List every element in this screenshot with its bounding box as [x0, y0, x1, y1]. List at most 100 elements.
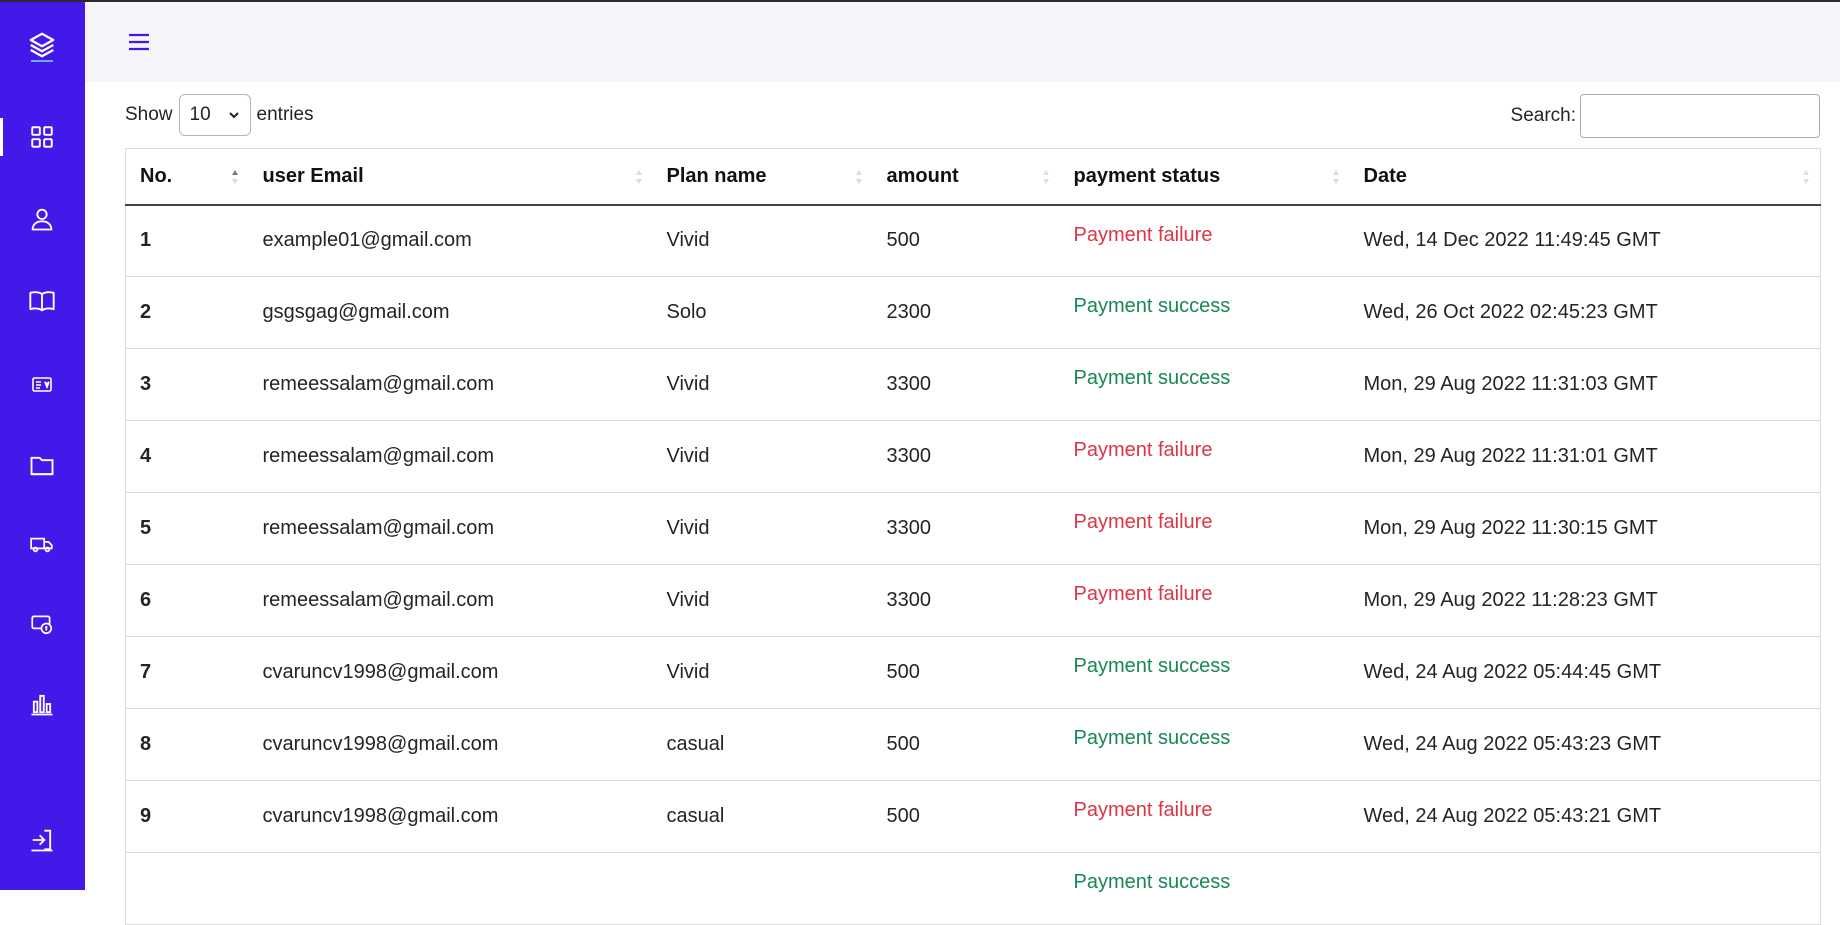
cell-amount: 500 — [872, 780, 1060, 853]
sidebar-item-folders[interactable] — [26, 450, 58, 482]
cell-email: remeessalam@gmail.com — [248, 564, 653, 637]
cell-email — [248, 852, 653, 925]
sidebar — [0, 0, 85, 890]
search-control: Search: — [1511, 94, 1820, 138]
sort-icon — [1332, 170, 1339, 184]
cell-amount: 3300 — [872, 564, 1060, 637]
cell-email: example01@gmail.com — [248, 204, 653, 277]
column-header-plan[interactable]: Plan name — [652, 148, 873, 206]
grid-icon — [31, 126, 53, 148]
cell-email: cvaruncv1998@gmail.com — [248, 636, 653, 709]
window-top-border — [0, 0, 1840, 2]
table-row: 2 gsgsgag@gmail.com Solo 2300 Payment succes… — [125, 276, 1821, 349]
column-header-status[interactable]: payment status — [1059, 148, 1350, 206]
cell-date: Wed, 26 Oct 2022 02:45:23 GMT — [1349, 276, 1821, 349]
menu-toggle-button[interactable] — [127, 30, 151, 54]
show-label: Show — [125, 104, 173, 125]
cell-email: cvaruncv1998@gmail.com — [248, 780, 653, 853]
table-row: 4 remeessalam@gmail.com Vivid 3300 Payment f… — [125, 420, 1821, 493]
cell-date: Wed, 24 Aug 2022 05:43:21 GMT — [1349, 780, 1821, 853]
cell-plan: Vivid — [652, 492, 873, 565]
sidebar-item-dashboard[interactable] — [26, 121, 58, 153]
sidebar-item-payments[interactable] — [26, 608, 58, 640]
sidebar-item-cards[interactable] — [26, 368, 58, 400]
column-header-date[interactable]: Date — [1349, 148, 1821, 206]
table-row: 6 remeessalam@gmail.com Vivid 3300 Payment f… — [125, 564, 1821, 637]
cell-date: Mon, 29 Aug 2022 11:31:03 GMT — [1349, 348, 1821, 421]
cell-date: Mon, 29 Aug 2022 11:28:23 GMT — [1349, 564, 1821, 637]
cell-date: Wed, 24 Aug 2022 05:43:23 GMT — [1349, 708, 1821, 781]
cell-no — [125, 852, 249, 925]
cell-no: 8 — [125, 708, 249, 781]
sidebar-logout[interactable] — [26, 824, 58, 856]
table-header-row: No. user Email Plan name amount payment … — [125, 148, 1821, 206]
cell-no: 3 — [125, 348, 249, 421]
table-row: 7 cvaruncv1998@gmail.com Vivid 500 Payment s… — [125, 636, 1821, 709]
cell-status: Payment success — [1059, 708, 1350, 781]
cell-date: Mon, 29 Aug 2022 11:31:01 GMT — [1349, 420, 1821, 493]
cell-amount: 3300 — [872, 492, 1060, 565]
cell-amount — [872, 852, 1060, 925]
cell-status: Payment success — [1059, 636, 1350, 709]
card-icon — [32, 377, 52, 392]
main-content: Show 10 entries Search: No. user Email P… — [85, 82, 1840, 925]
cell-email: remeessalam@gmail.com — [248, 492, 653, 565]
column-header-email[interactable]: user Email — [248, 148, 653, 206]
cell-email: cvaruncv1998@gmail.com — [248, 708, 653, 781]
top-bar — [85, 2, 1840, 82]
logout-icon — [31, 829, 53, 852]
sidebar-item-delivery[interactable] — [26, 528, 58, 560]
cell-no: 2 — [125, 276, 249, 349]
cell-date: Mon, 29 Aug 2022 11:30:15 GMT — [1349, 492, 1821, 565]
sort-icon — [1803, 170, 1809, 184]
cell-status: Payment success — [1059, 276, 1350, 349]
cell-plan: Vivid — [652, 420, 873, 493]
cell-plan: Solo — [652, 276, 873, 349]
column-header-no[interactable]: No. — [125, 148, 249, 206]
entries-control: Show 10 entries — [125, 94, 314, 136]
table-row: 9 cvaruncv1998@gmail.com casual 500 Payment … — [125, 780, 1821, 853]
sidebar-item-books[interactable] — [26, 285, 58, 317]
sort-icon — [635, 170, 642, 184]
cell-status: Payment failure — [1059, 780, 1350, 853]
cell-date: Wed, 24 Aug 2022 05:44:45 GMT — [1349, 636, 1821, 709]
sidebar-item-users[interactable] — [26, 203, 58, 235]
cell-status: Payment success — [1059, 348, 1350, 421]
search-label: Search: — [1510, 105, 1576, 126]
table-body: 1 example01@gmail.com Vivid 500 Payment fail… — [125, 204, 1821, 925]
cell-plan: Vivid — [652, 348, 873, 421]
entries-select[interactable]: 10 — [178, 94, 251, 136]
hamburger-icon — [129, 33, 149, 51]
sort-icon — [855, 170, 862, 184]
cell-date — [1349, 852, 1821, 925]
column-header-amount[interactable]: amount — [872, 148, 1060, 206]
cell-plan — [652, 852, 873, 925]
cell-email: gsgsgag@gmail.com — [248, 276, 653, 349]
entries-select-value: 10 — [189, 104, 211, 125]
cell-amount: 500 — [872, 636, 1060, 709]
table-row: Payment success — [125, 852, 1821, 925]
user-icon — [31, 208, 53, 231]
search-input[interactable] — [1580, 94, 1820, 138]
cell-plan: casual — [652, 708, 873, 781]
cell-plan: Vivid — [652, 204, 873, 277]
cell-amount: 2300 — [872, 276, 1060, 349]
truck-icon — [30, 537, 53, 553]
chevron-down-icon — [228, 112, 239, 119]
cell-no: 7 — [125, 636, 249, 709]
sort-icon — [1042, 170, 1049, 184]
cell-amount: 3300 — [872, 348, 1060, 421]
cell-no: 1 — [125, 204, 249, 277]
cell-amount: 500 — [872, 204, 1060, 277]
cell-no: 4 — [125, 420, 249, 493]
folder-icon — [30, 456, 54, 476]
sidebar-active-indicator — [0, 118, 3, 156]
cell-amount: 3300 — [872, 420, 1060, 493]
cell-status: Payment failure — [1059, 420, 1350, 493]
cell-status: Payment success — [1059, 852, 1350, 925]
cell-email: remeessalam@gmail.com — [248, 348, 653, 421]
table-row: 5 remeessalam@gmail.com Vivid 3300 Payment f… — [125, 492, 1821, 565]
layers-logo-icon[interactable] — [27, 30, 57, 64]
sidebar-item-reports[interactable] — [26, 688, 58, 720]
cell-status: Payment failure — [1059, 564, 1350, 637]
